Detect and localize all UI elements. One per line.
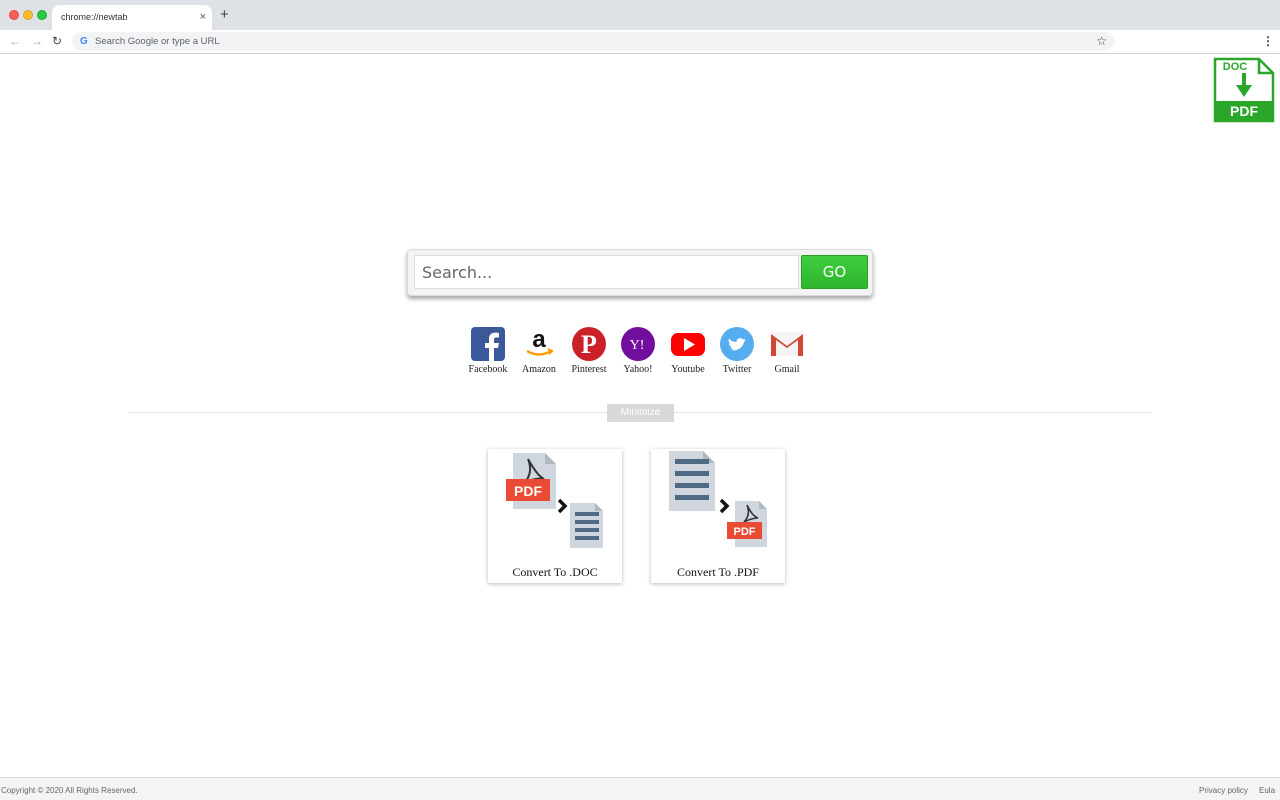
zoom-window-button[interactable]	[37, 10, 47, 20]
browser-menu-icon[interactable]: ⋮	[1262, 33, 1274, 49]
search-input[interactable]	[414, 255, 799, 289]
google-icon: G	[80, 36, 88, 47]
pinterest-icon: P	[572, 327, 606, 361]
shortcut-gmail[interactable]: Gmail	[762, 327, 812, 377]
pdf-to-doc-icon: PDF	[506, 453, 603, 548]
copyright-text: Copyright © 2020 All Rights Reserved.	[1, 786, 138, 795]
svg-text:P: P	[581, 330, 597, 359]
svg-text:a: a	[532, 327, 546, 353]
back-arrow-icon[interactable]: ←	[9, 33, 21, 49]
tab-title: chrome://newtab	[61, 12, 128, 22]
yahoo-icon: Y!	[621, 327, 655, 361]
amazon-icon: a	[526, 327, 554, 356]
doc-to-pdf-icon: PDF	[669, 451, 767, 547]
doc-to-pdf-logo: DOC PDF	[1213, 57, 1275, 123]
browser-toolbar: ← → ↻ G Search Google or type a URL ☆ ⋮	[0, 30, 1280, 54]
bookmark-star-icon[interactable]: ☆	[1096, 34, 1107, 48]
reload-icon[interactable]: ↻	[52, 33, 62, 49]
convert-to-pdf-label: Convert To .PDF	[677, 565, 759, 579]
twitter-icon	[720, 327, 754, 361]
privacy-policy-link[interactable]: Privacy policy	[1199, 786, 1248, 795]
new-tab-button[interactable]: +	[220, 7, 229, 23]
browser-tab[interactable]: chrome://newtab ×	[52, 5, 212, 30]
convert-to-doc-label: Convert To .DOC	[512, 565, 598, 579]
svg-text:Y!: Y!	[630, 338, 645, 353]
shortcut-label: Gmail	[774, 364, 800, 375]
convert-to-pdf-card[interactable]: PDF Convert To .PDF	[651, 449, 785, 583]
browser-tab-bar: chrome://newtab × +	[0, 0, 1280, 30]
forward-arrow-icon[interactable]: →	[31, 33, 43, 49]
close-window-button[interactable]	[9, 10, 19, 20]
pdf-badge: PDF	[734, 526, 756, 538]
logo-bottom-text: PDF	[1230, 103, 1258, 119]
page-footer: Copyright © 2020 All Rights Reserved. Pr…	[0, 777, 1280, 800]
minimize-button[interactable]: Minimize	[607, 404, 674, 422]
logo-top-text: DOC	[1223, 61, 1248, 73]
minimize-window-button[interactable]	[23, 10, 33, 20]
address-bar[interactable]: G Search Google or type a URL ☆	[72, 32, 1114, 51]
search-box: GO	[407, 249, 873, 296]
go-button[interactable]: GO	[801, 255, 868, 289]
convert-to-doc-card[interactable]: PDF Convert To .DOC	[488, 449, 622, 583]
address-bar-placeholder: Search Google or type a URL	[95, 36, 220, 47]
facebook-icon	[471, 327, 505, 361]
tab-close-icon[interactable]: ×	[200, 10, 206, 24]
pdf-badge: PDF	[514, 483, 542, 499]
youtube-icon	[671, 333, 705, 356]
gmail-icon	[771, 332, 803, 356]
eula-link[interactable]: Eula	[1259, 786, 1275, 795]
